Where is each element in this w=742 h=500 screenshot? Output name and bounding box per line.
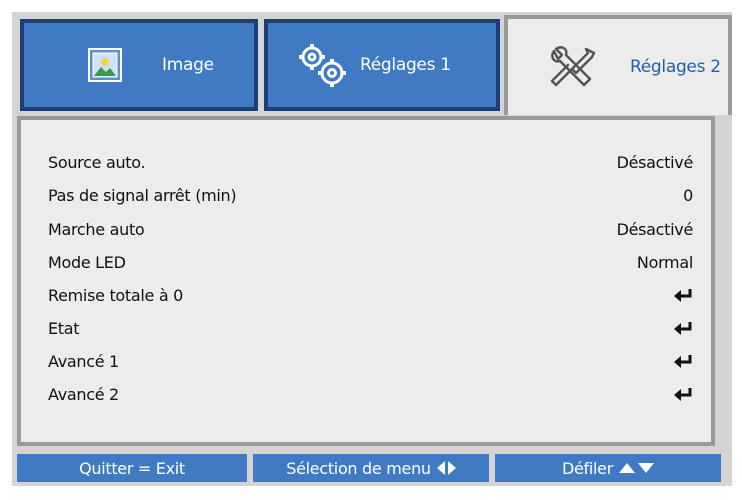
enter-icon [674, 388, 692, 401]
exit-label: Quitter = Exit [79, 458, 185, 478]
image-icon [88, 48, 122, 82]
gears-icon [296, 43, 348, 87]
tab-settings-1[interactable]: Réglages 1 [264, 19, 500, 111]
menu-item-no-signal-off[interactable]: Pas de signal arrêt (min) 0 [48, 183, 693, 207]
footer-bar: Quitter = Exit Sélection de menu Défiler [17, 454, 721, 482]
menu-item-label: Avancé 1 [48, 351, 119, 371]
menu-item-label: Marche auto [48, 219, 145, 239]
menu-item-label: Mode LED [48, 252, 126, 272]
tab-settings-2-label: Réglages 2 [630, 57, 721, 77]
menu-item-reset-all[interactable]: Remise totale à 0 [48, 283, 693, 307]
menu-item-source-auto[interactable]: Source auto. Désactivé [48, 150, 693, 174]
menu-select-label: Sélection de menu [286, 458, 431, 478]
up-arrow-icon [619, 463, 635, 473]
menu-item-status[interactable]: Etat [48, 316, 693, 340]
menu-item-label: Etat [48, 318, 80, 338]
enter-icon [674, 289, 692, 302]
tab-image[interactable]: Image [20, 19, 258, 111]
osd-menu-frame: Image Réglages 1 Réglages 2 Source auto.… [12, 12, 732, 486]
scroll-button[interactable]: Défiler [495, 454, 721, 482]
enter-icon [674, 355, 692, 368]
enter-icon [674, 322, 692, 335]
menu-item-auto-power-on[interactable]: Marche auto Désactivé [48, 217, 693, 241]
menu-item-led-mode[interactable]: Mode LED Normal [48, 250, 693, 274]
menu-item-advanced-1[interactable]: Avancé 1 [48, 349, 693, 373]
exit-button[interactable]: Quitter = Exit [17, 454, 247, 482]
tab-settings-2[interactable]: Réglages 2 [504, 15, 732, 115]
tab-image-label: Image [162, 55, 214, 75]
tab-settings-1-label: Réglages 1 [360, 55, 451, 75]
menu-item-value: Désactivé [616, 152, 694, 172]
menu-panel: Source auto. Désactivé Pas de signal arr… [17, 116, 715, 446]
menu-item-label: Pas de signal arrêt (min) [48, 185, 237, 205]
menu-select-button[interactable]: Sélection de menu [253, 454, 489, 482]
menu-item-label: Source auto. [48, 152, 146, 172]
down-arrow-icon [638, 463, 654, 473]
right-arrow-icon [447, 461, 456, 475]
menu-item-advanced-2[interactable]: Avancé 2 [48, 382, 693, 406]
menu-item-value: Désactivé [616, 219, 694, 239]
menu-item-label: Avancé 2 [48, 384, 119, 404]
scroll-label: Défiler [561, 458, 613, 478]
left-arrow-icon [436, 461, 445, 475]
menu-item-value: 0 [683, 185, 693, 205]
tools-icon [546, 43, 602, 91]
menu-item-label: Remise totale à 0 [48, 285, 184, 305]
menu-item-value: Normal [636, 252, 693, 272]
